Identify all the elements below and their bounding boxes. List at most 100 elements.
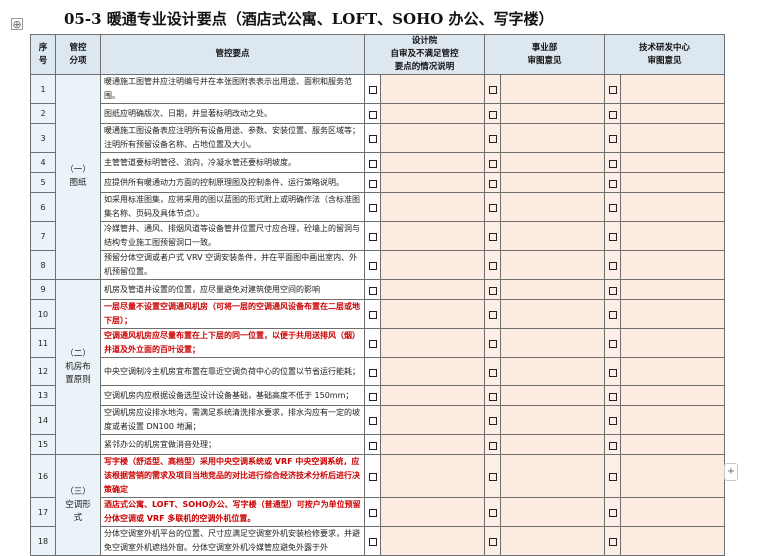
design-comment-field[interactable] [380, 497, 485, 527]
tech-checkbox[interactable] [608, 340, 617, 348]
design-comment-field[interactable] [380, 103, 485, 124]
design-comment-field[interactable] [380, 172, 485, 193]
design-comment-field[interactable] [380, 405, 485, 435]
dept-comment-field[interactable] [500, 103, 605, 124]
dept-checkbox[interactable] [488, 368, 497, 377]
dept-checkbox[interactable] [488, 204, 497, 212]
dept-comment-field[interactable] [500, 152, 605, 173]
dept-checkbox[interactable] [488, 392, 497, 401]
dept-checkbox[interactable] [488, 473, 497, 481]
tech-checkbox[interactable] [608, 538, 617, 546]
design-comment-field[interactable] [380, 328, 485, 358]
tech-comment-field[interactable] [620, 74, 725, 104]
design-checkbox[interactable] [368, 340, 377, 348]
dept-checkbox[interactable] [488, 286, 497, 295]
tech-checkbox[interactable] [608, 86, 617, 94]
dept-checkbox[interactable] [488, 159, 497, 168]
tech-comment-field[interactable] [620, 357, 725, 386]
tech-checkbox[interactable] [608, 286, 617, 295]
tech-comment-field[interactable] [620, 497, 725, 527]
tech-checkbox[interactable] [608, 392, 617, 401]
design-checkbox[interactable] [368, 538, 377, 546]
design-comment-field[interactable] [380, 221, 485, 251]
tech-comment-field[interactable] [620, 221, 725, 251]
tech-comment-field[interactable] [620, 328, 725, 358]
design-checkbox[interactable] [368, 441, 377, 450]
add-column-button[interactable]: + [724, 463, 738, 481]
tech-checkbox[interactable] [608, 262, 617, 270]
design-checkbox[interactable] [368, 233, 377, 241]
tech-checkbox[interactable] [608, 233, 617, 241]
tech-checkbox[interactable] [608, 135, 617, 143]
tech-comment-field[interactable] [620, 172, 725, 193]
design-comment-field[interactable] [380, 454, 485, 498]
design-comment-field[interactable] [380, 526, 485, 556]
design-checkbox[interactable] [368, 368, 377, 377]
tech-comment-field[interactable] [620, 103, 725, 124]
dept-checkbox[interactable] [488, 417, 497, 425]
dept-comment-field[interactable] [500, 357, 605, 386]
design-comment-field[interactable] [380, 279, 485, 300]
dept-checkbox[interactable] [488, 262, 497, 270]
design-checkbox[interactable] [368, 262, 377, 270]
tech-checkbox[interactable] [608, 110, 617, 119]
design-checkbox[interactable] [368, 179, 377, 188]
design-checkbox[interactable] [368, 135, 377, 143]
tech-checkbox[interactable] [608, 509, 617, 517]
tech-comment-field[interactable] [620, 405, 725, 435]
tech-checkbox[interactable] [608, 473, 617, 481]
dept-checkbox[interactable] [488, 86, 497, 94]
tech-comment-field[interactable] [620, 152, 725, 173]
tech-checkbox[interactable] [608, 179, 617, 188]
tech-comment-field[interactable] [620, 434, 725, 455]
dept-checkbox[interactable] [488, 110, 497, 119]
design-checkbox[interactable] [368, 110, 377, 119]
dept-checkbox[interactable] [488, 179, 497, 188]
tech-checkbox[interactable] [608, 368, 617, 377]
tech-checkbox[interactable] [608, 417, 617, 425]
tech-comment-field[interactable] [620, 299, 725, 329]
dept-comment-field[interactable] [500, 434, 605, 455]
tech-comment-field[interactable] [620, 454, 725, 498]
design-comment-field[interactable] [380, 192, 485, 222]
tech-comment-field[interactable] [620, 250, 725, 280]
dept-comment-field[interactable] [500, 385, 605, 406]
tech-comment-field[interactable] [620, 385, 725, 406]
design-checkbox[interactable] [368, 159, 377, 168]
design-checkbox[interactable] [368, 311, 377, 319]
tech-comment-field[interactable] [620, 526, 725, 556]
dept-comment-field[interactable] [500, 299, 605, 329]
dept-comment-field[interactable] [500, 221, 605, 251]
dept-comment-field[interactable] [500, 192, 605, 222]
dept-checkbox[interactable] [488, 538, 497, 546]
dept-comment-field[interactable] [500, 172, 605, 193]
design-checkbox[interactable] [368, 86, 377, 94]
dept-comment-field[interactable] [500, 328, 605, 358]
design-checkbox[interactable] [368, 392, 377, 401]
tech-comment-field[interactable] [620, 192, 725, 222]
design-comment-field[interactable] [380, 123, 485, 153]
table-move-handle[interactable]: ⊕ [11, 18, 23, 30]
design-comment-field[interactable] [380, 434, 485, 455]
design-comment-field[interactable] [380, 152, 485, 173]
dept-checkbox[interactable] [488, 311, 497, 319]
design-comment-field[interactable] [380, 357, 485, 386]
dept-comment-field[interactable] [500, 250, 605, 280]
tech-checkbox[interactable] [608, 441, 617, 450]
dept-checkbox[interactable] [488, 340, 497, 348]
design-checkbox[interactable] [368, 509, 377, 517]
design-checkbox[interactable] [368, 473, 377, 481]
design-comment-field[interactable] [380, 385, 485, 406]
tech-checkbox[interactable] [608, 204, 617, 212]
tech-checkbox[interactable] [608, 311, 617, 319]
tech-comment-field[interactable] [620, 123, 725, 153]
design-checkbox[interactable] [368, 417, 377, 425]
design-comment-field[interactable] [380, 74, 485, 104]
design-comment-field[interactable] [380, 250, 485, 280]
dept-comment-field[interactable] [500, 526, 605, 556]
dept-comment-field[interactable] [500, 497, 605, 527]
dept-checkbox[interactable] [488, 441, 497, 450]
dept-comment-field[interactable] [500, 279, 605, 300]
dept-checkbox[interactable] [488, 135, 497, 143]
design-checkbox[interactable] [368, 204, 377, 212]
